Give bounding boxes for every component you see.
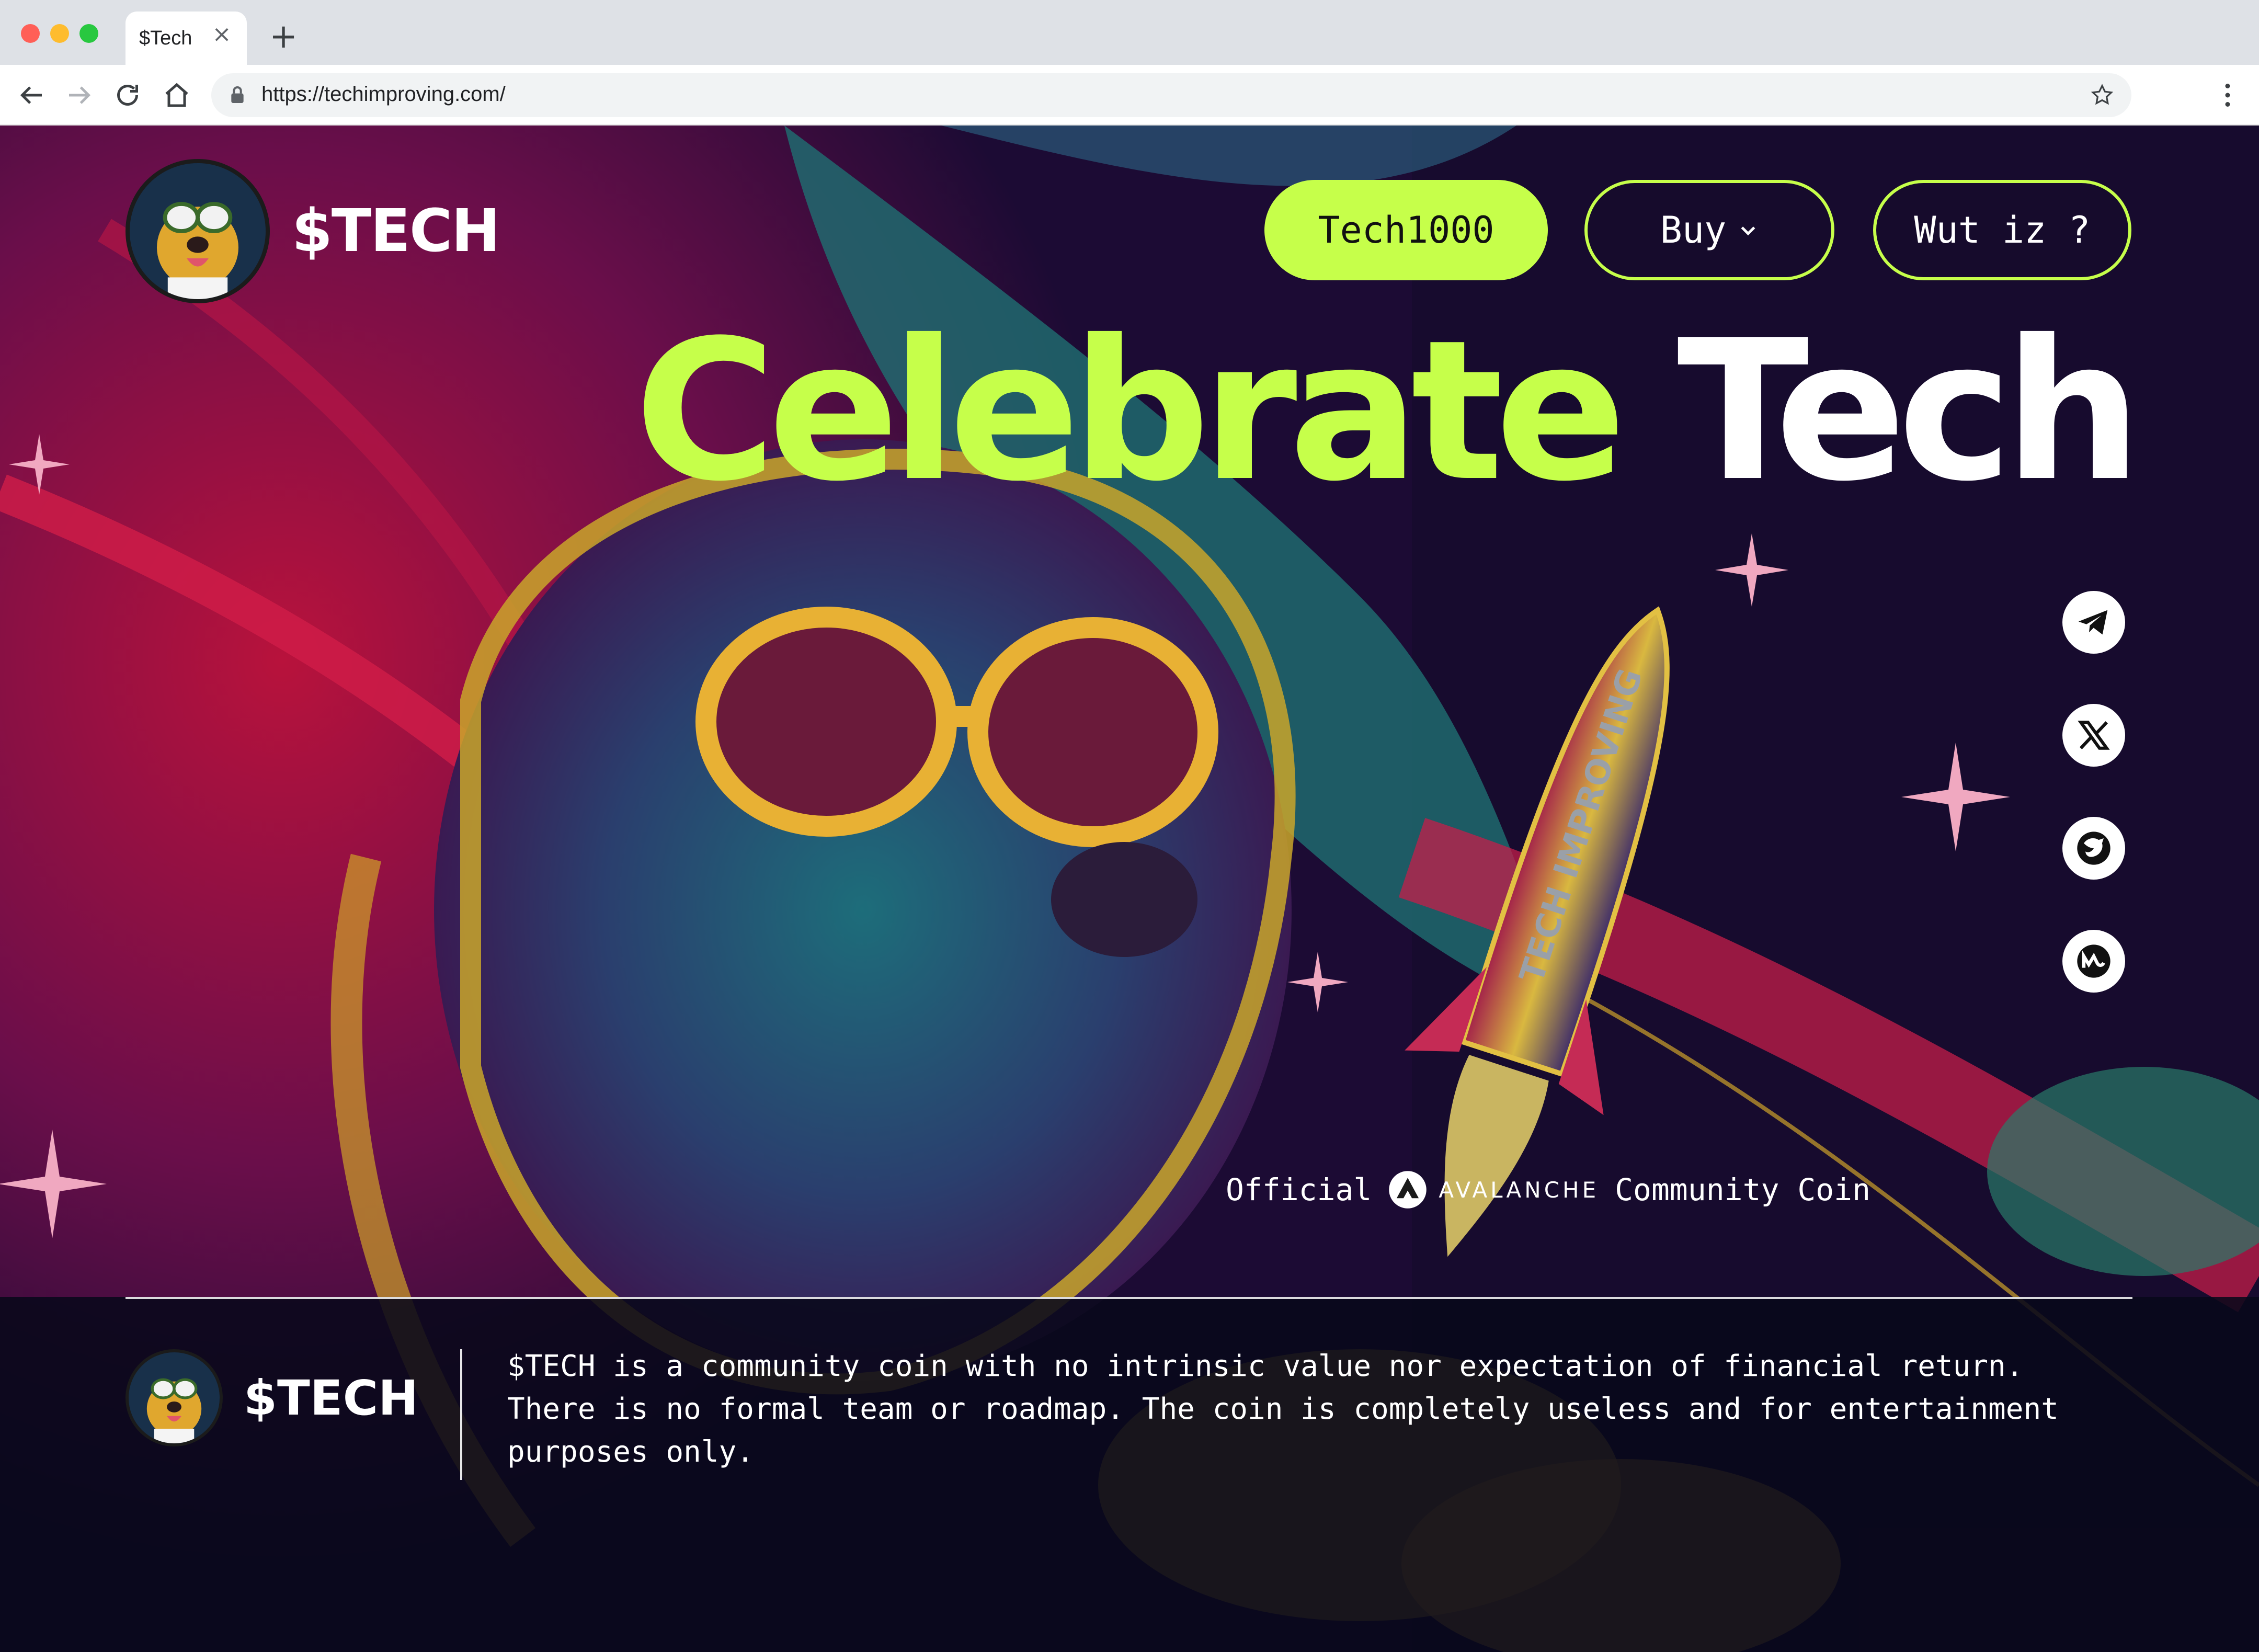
social-links bbox=[2062, 591, 2127, 1043]
official-prefix: Official bbox=[1226, 1172, 1372, 1207]
footer-divider bbox=[126, 1297, 2132, 1299]
site-logo[interactable]: $TECH bbox=[126, 158, 500, 304]
footer-logo[interactable]: $TECH bbox=[126, 1349, 418, 1446]
headline-celebrate: Celebrate bbox=[634, 299, 1626, 524]
footer-brand-name: $TECH bbox=[244, 1370, 419, 1426]
hero-headline: Celebrate Tech bbox=[634, 315, 2142, 508]
telegram-link[interactable] bbox=[2062, 591, 2125, 654]
tech1000-button[interactable]: Tech1000 bbox=[1264, 180, 1548, 280]
browser-chrome: $Tech × + https://techimproving.com/ bbox=[0, 0, 2259, 126]
home-icon[interactable] bbox=[161, 79, 192, 111]
dexscreener-icon bbox=[2077, 831, 2110, 865]
lock-icon bbox=[231, 86, 244, 103]
coinmarketcap-icon bbox=[2077, 944, 2110, 978]
dexscreener-link[interactable] bbox=[2062, 817, 2125, 880]
avalanche-wordmark: AVALANCHE bbox=[1439, 1177, 1600, 1203]
coinmarketcap-link[interactable] bbox=[2062, 930, 2125, 993]
x-link[interactable] bbox=[2062, 704, 2125, 767]
tab-title: $Tech bbox=[139, 27, 192, 49]
close-tab-icon[interactable]: × bbox=[210, 23, 233, 46]
official-tagline: Official AVALANCHE Community Coin bbox=[1226, 1166, 1870, 1213]
avalanche-logo-icon bbox=[1389, 1171, 1427, 1209]
back-icon[interactable] bbox=[16, 79, 47, 111]
chevron-down-icon bbox=[1741, 226, 1755, 236]
bookmark-star-icon[interactable] bbox=[2090, 83, 2115, 108]
browser-tab[interactable]: $Tech × bbox=[126, 12, 247, 65]
brand-name: $TECH bbox=[292, 197, 500, 265]
official-suffix: Community Coin bbox=[1615, 1172, 1871, 1207]
browser-menu-icon[interactable] bbox=[2212, 78, 2243, 112]
url-text: https://techimproving.com/ bbox=[261, 83, 506, 106]
hero-page: TECH IMPROVING $TECH Tech1000 Buy Wut iz… bbox=[0, 126, 2259, 1652]
wut-iz-button[interactable]: Wut iz ? bbox=[1873, 180, 2131, 280]
footer-mascot-avatar bbox=[126, 1349, 223, 1446]
reload-icon[interactable] bbox=[112, 79, 143, 111]
minimize-window-button[interactable] bbox=[50, 24, 69, 43]
close-window-button[interactable] bbox=[21, 24, 40, 43]
tab-bar: $Tech × + bbox=[0, 0, 2259, 65]
wut-iz-label: Wut iz ? bbox=[1914, 209, 2091, 252]
buy-dropdown-button[interactable]: Buy bbox=[1584, 180, 1834, 280]
browser-toolbar: https://techimproving.com/ bbox=[0, 65, 2259, 126]
dog-mascot-avatar bbox=[126, 159, 270, 303]
disclaimer-footer: $TECH $TECH is a community coin with no … bbox=[0, 1297, 2259, 1652]
tech1000-label: Tech1000 bbox=[1318, 209, 1494, 252]
disclaimer-text: $TECH is a community coin with no intrin… bbox=[507, 1349, 2059, 1469]
maximize-window-button[interactable] bbox=[79, 24, 98, 43]
headline-tech: Tech bbox=[1677, 299, 2142, 524]
forward-icon[interactable] bbox=[64, 79, 95, 111]
new-tab-button[interactable]: + bbox=[267, 20, 300, 54]
footer-separator bbox=[460, 1349, 462, 1480]
buy-label: Buy bbox=[1660, 209, 1727, 252]
x-icon bbox=[2078, 721, 2110, 750]
telegram-icon bbox=[2078, 610, 2108, 635]
dog-mascot-icon bbox=[129, 1352, 220, 1443]
dog-mascot-icon bbox=[130, 163, 266, 299]
address-bar[interactable]: https://techimproving.com/ bbox=[211, 73, 2131, 117]
